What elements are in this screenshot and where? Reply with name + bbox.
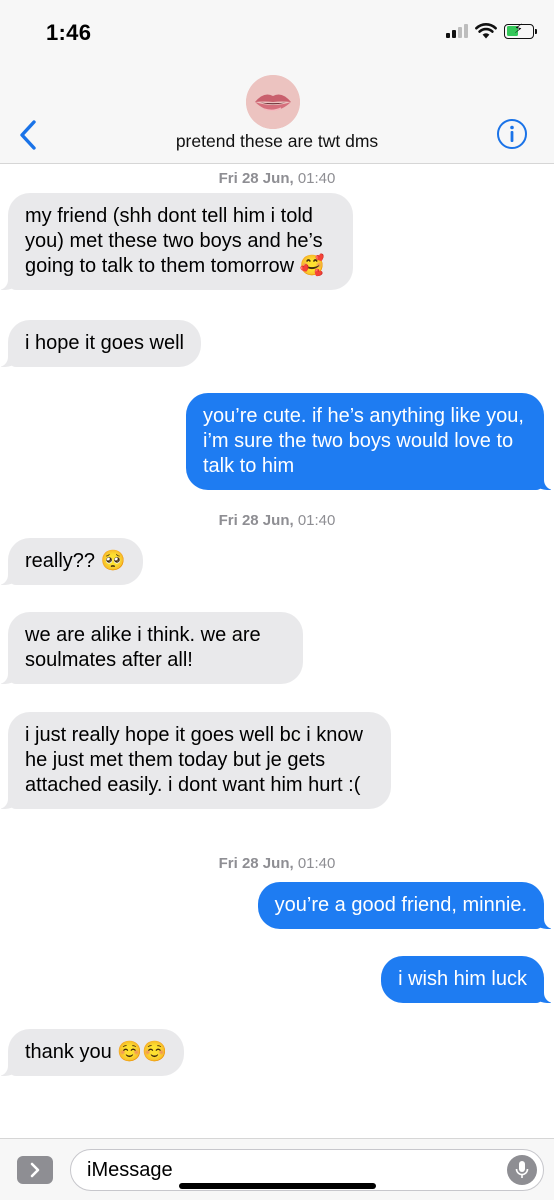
info-icon [497,119,527,149]
chevron-right-icon [30,1162,40,1178]
message-text: thank you ☺️☺️ [25,1041,168,1063]
conversation-header: 1:46 ⚡ pretend these are twt dms [0,0,554,164]
message-text: my friend (shh dont tell him i told you)… [25,205,325,277]
message-text: i wish him luck [398,968,527,990]
battery-icon: ⚡ [504,22,537,39]
microphone-icon [515,1161,529,1178]
message-text: really?? 🥺 [25,550,126,572]
message-bubble-incoming[interactable]: i hope it goes well [0,320,201,367]
home-indicator[interactable] [179,1183,376,1189]
message-bubble-incoming[interactable]: thank you ☺️☺️ [0,1029,185,1076]
message-text: you’re a good friend, minnie. [274,894,527,916]
status-time: 1:46 [46,20,92,45]
message-bubble-outgoing[interactable]: i wish him luck [381,956,554,1003]
timestamp: Fri 28 Jun, 01:40 [218,170,336,187]
contact-name[interactable]: pretend these are twt dms [0,131,554,152]
compose-bar: iMessage [0,1138,554,1200]
lips-photo [246,75,300,129]
message-bubble-outgoing[interactable]: you’re a good friend, minnie. [257,882,554,929]
timestamp: Fri 28 Jun, 01:40 [218,512,336,529]
message-bubble-incoming[interactable]: i just really hope it goes well bc i kno… [0,712,391,809]
app-drawer-button[interactable] [17,1156,53,1184]
status-icons: ⚡ [446,22,537,39]
message-text: i just really hope it goes well bc i kno… [25,724,363,796]
message-text: i hope it goes well [25,332,184,354]
message-bubble-incoming[interactable]: my friend (shh dont tell him i told you)… [0,193,353,290]
message-text: we are alike i think. we are soulmates a… [25,624,261,671]
cellular-signal-icon [446,24,468,38]
dictation-button[interactable] [507,1155,537,1185]
message-bubble-outgoing[interactable]: you’re cute. if he’s anything like you, … [186,393,554,490]
message-input-placeholder: iMessage [87,1159,173,1181]
wifi-icon [475,23,497,39]
timestamp: Fri 28 Jun, 01:40 [218,855,336,872]
message-text: you’re cute. if he’s anything like you, … [203,405,524,477]
info-button[interactable] [496,118,528,150]
message-bubble-incoming[interactable]: we are alike i think. we are soulmates a… [0,612,303,684]
message-bubble-incoming[interactable]: really?? 🥺 [0,538,143,585]
contact-avatar[interactable] [246,75,300,129]
